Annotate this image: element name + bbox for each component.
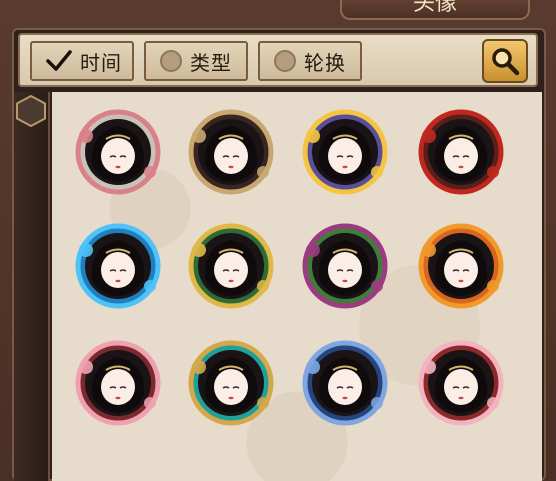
avatar-maple-frame[interactable] <box>415 220 507 312</box>
avatar-tassel-frame[interactable] <box>185 337 277 429</box>
filter-rotation-button[interactable]: 轮换 <box>258 41 362 81</box>
avatar-wave-frame[interactable] <box>299 337 391 429</box>
avatar-torii-frame[interactable] <box>415 106 507 198</box>
filter-type-button[interactable]: 类型 <box>144 41 248 81</box>
filter-rotation-label: 轮换 <box>304 50 346 75</box>
avatar-peacock-frame[interactable] <box>72 220 164 312</box>
checkmark-icon <box>46 49 72 73</box>
radio-icon <box>160 50 182 72</box>
side-rail <box>14 92 50 481</box>
filter-toolbar: 时间 类型 轮换 <box>18 33 538 87</box>
avatar-plum-frame[interactable] <box>72 337 164 429</box>
filter-time-label: 时间 <box>80 50 122 75</box>
hexagon-icon[interactable] <box>14 94 48 128</box>
filter-time-button[interactable]: 时间 <box>30 41 134 81</box>
filter-type-label: 类型 <box>190 50 232 75</box>
avatar-lotus-frame[interactable] <box>72 106 164 198</box>
radio-icon <box>274 50 296 72</box>
avatar-moon-frame[interactable] <box>299 106 391 198</box>
avatar-snake-frame[interactable] <box>299 220 391 312</box>
search-icon <box>492 48 520 76</box>
search-button[interactable] <box>482 39 528 83</box>
avatar-pine-frame[interactable] <box>185 220 277 312</box>
avatar-plain-frame[interactable] <box>185 106 277 198</box>
avatar-sakura-frame[interactable] <box>415 337 507 429</box>
avatar-grid <box>52 92 542 481</box>
window-title: 头像 <box>340 0 530 20</box>
